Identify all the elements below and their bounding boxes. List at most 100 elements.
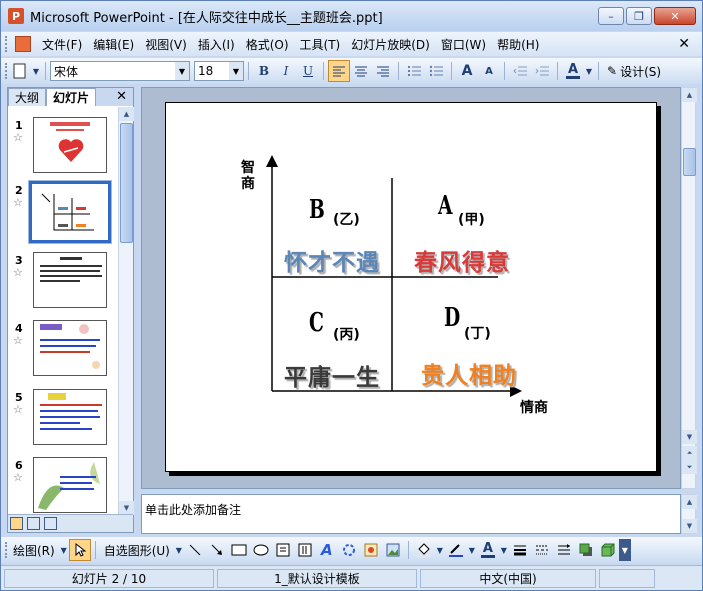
scroll-thumb[interactable] [683, 148, 696, 176]
slide-thumbnail-4[interactable] [33, 320, 107, 376]
tab-outline[interactable]: 大纲 [8, 88, 47, 106]
slideshow-icon[interactable] [44, 517, 57, 530]
thumbnail-scrollbar[interactable]: ▲ ▼ [118, 107, 134, 515]
close-button[interactable]: ✕ [654, 7, 696, 25]
align-left-icon[interactable] [328, 60, 350, 82]
slide-sorter-icon[interactable] [27, 517, 40, 530]
menu-format[interactable]: 格式(O) [246, 36, 289, 53]
select-pointer-icon[interactable] [68, 539, 91, 561]
line-color-icon[interactable] [445, 539, 467, 561]
font-color-dropdown-icon[interactable]: ▼ [584, 60, 594, 82]
draw-menu-dropdown-icon[interactable]: ▼ [59, 539, 69, 561]
scroll-up-icon[interactable]: ▲ [119, 107, 134, 121]
line-style-icon[interactable] [509, 539, 531, 561]
arrow-style-icon[interactable] [553, 539, 575, 561]
vertical-textbox-icon[interactable] [294, 539, 316, 561]
scroll-thumb[interactable] [120, 123, 133, 243]
thumbnail-row[interactable]: 4 ☆ [8, 320, 118, 380]
slide-thumbnail-2[interactable] [28, 180, 112, 244]
new-dropdown-icon[interactable]: ▼ [31, 60, 41, 82]
font-size-select[interactable]: 18 ▼ [194, 61, 244, 81]
arrow-tool-icon[interactable] [206, 539, 228, 561]
fill-color-icon[interactable] [413, 539, 435, 561]
autoshapes-dropdown-icon[interactable]: ▼ [174, 539, 184, 561]
slide-thumbnail-1[interactable] [33, 117, 107, 173]
menu-grip[interactable] [5, 36, 9, 52]
clip-art-icon[interactable] [360, 539, 382, 561]
thumbnail-row[interactable]: 2 ☆ [8, 180, 118, 244]
draw-menu-button[interactable]: 绘图(R) [9, 542, 59, 559]
slide-scrollbar[interactable]: ▲ ▼ ⏶ ⏷ [681, 87, 697, 489]
powerpoint-app-icon[interactable]: P [8, 8, 24, 24]
menu-view[interactable]: 视图(V) [145, 36, 187, 53]
current-slide[interactable]: 智商 情商 B (乙) 怀才不遇 A (甲) 春风得意 C (丙) 平庸一生 D… [165, 102, 657, 472]
numbered-list-icon[interactable] [403, 60, 425, 82]
insert-picture-icon[interactable] [382, 539, 404, 561]
menu-insert[interactable]: 插入(I) [198, 36, 235, 53]
shadow-style-icon[interactable] [575, 539, 597, 561]
scroll-up-icon[interactable]: ▲ [682, 495, 697, 509]
font-color-draw-dropdown-icon[interactable]: ▼ [499, 539, 509, 561]
scroll-down-icon[interactable]: ▼ [682, 519, 697, 533]
document-icon[interactable] [15, 36, 31, 52]
line-tool-icon[interactable] [184, 539, 206, 561]
grow-font-icon[interactable]: A [456, 60, 478, 82]
menu-window[interactable]: 窗口(W) [441, 36, 486, 53]
oval-tool-icon[interactable] [250, 539, 272, 561]
menu-file[interactable]: 文件(F) [42, 36, 82, 53]
slide-thumbnail-6[interactable] [33, 457, 107, 513]
next-slide-icon[interactable]: ⏷ [682, 460, 697, 474]
thumbnail-row[interactable]: 6 ☆ [8, 457, 118, 515]
rectangle-tool-icon[interactable] [228, 539, 250, 561]
menu-slideshow[interactable]: 幻灯片放映(D) [351, 36, 430, 53]
restore-button[interactable]: ❐ [626, 7, 652, 25]
scroll-down-icon[interactable]: ▼ [682, 430, 697, 444]
bullet-list-icon[interactable] [425, 60, 447, 82]
new-document-icon[interactable] [9, 60, 31, 82]
chevron-down-icon[interactable]: ▼ [229, 62, 243, 80]
template-status[interactable]: 1_默认设计模板 [217, 568, 417, 588]
align-right-icon[interactable] [372, 60, 394, 82]
chevron-down-icon[interactable]: ▼ [175, 62, 189, 80]
scroll-up-icon[interactable]: ▲ [682, 88, 697, 102]
minimize-button[interactable]: – [598, 7, 624, 25]
bold-button[interactable]: B [253, 60, 275, 82]
slide-thumbnail-3[interactable] [33, 252, 107, 308]
toolbar-options-icon[interactable]: ▼ [618, 539, 631, 561]
menu-edit[interactable]: 编辑(E) [93, 36, 134, 53]
line-color-dropdown-icon[interactable]: ▼ [467, 539, 477, 561]
shrink-font-icon[interactable]: A [478, 60, 500, 82]
font-color-draw-icon[interactable]: A [477, 539, 499, 561]
fill-color-dropdown-icon[interactable]: ▼ [435, 539, 445, 561]
align-center-icon[interactable] [350, 60, 372, 82]
italic-button[interactable]: I [275, 60, 297, 82]
autoshapes-button[interactable]: 自选图形(U) [100, 542, 174, 559]
pane-close-icon[interactable]: ✕ [116, 89, 127, 104]
title-bar[interactable]: P Microsoft PowerPoint - [在人际交往中成长__主题班会… [1, 1, 702, 31]
slide-thumbnail-5[interactable] [33, 389, 107, 445]
menu-tools[interactable]: 工具(T) [300, 36, 341, 53]
tab-slides[interactable]: 幻灯片 [46, 88, 97, 106]
increase-indent-icon[interactable] [531, 60, 553, 82]
font-color-icon[interactable]: A [562, 60, 584, 82]
font-name-select[interactable]: 宋体 ▼ [50, 61, 190, 81]
document-close-icon[interactable]: ✕ [678, 36, 690, 52]
menu-help[interactable]: 帮助(H) [497, 36, 539, 53]
3d-style-icon[interactable] [597, 539, 619, 561]
dash-style-icon[interactable] [531, 539, 553, 561]
notes-pane[interactable]: 单击此处添加备注 [141, 494, 681, 534]
textbox-tool-icon[interactable] [272, 539, 294, 561]
notes-scrollbar[interactable]: ▲ ▼ [681, 494, 697, 534]
diagram-icon[interactable] [338, 539, 360, 561]
wordart-icon[interactable]: A [316, 539, 338, 561]
thumbnail-row[interactable]: 3 ☆ [8, 252, 118, 312]
normal-view-icon[interactable] [10, 517, 23, 530]
underline-button[interactable]: U [297, 60, 319, 82]
thumbnail-row[interactable]: 1 ☆ [8, 117, 118, 177]
design-button[interactable]: ✎ 设计(S) [603, 63, 665, 80]
thumbnail-row[interactable]: 5 ☆ [8, 389, 118, 449]
font-color-letter: A [482, 540, 493, 556]
decrease-indent-icon[interactable] [509, 60, 531, 82]
scroll-down-icon[interactable]: ▼ [119, 501, 134, 515]
previous-slide-icon[interactable]: ⏶ [682, 446, 697, 460]
